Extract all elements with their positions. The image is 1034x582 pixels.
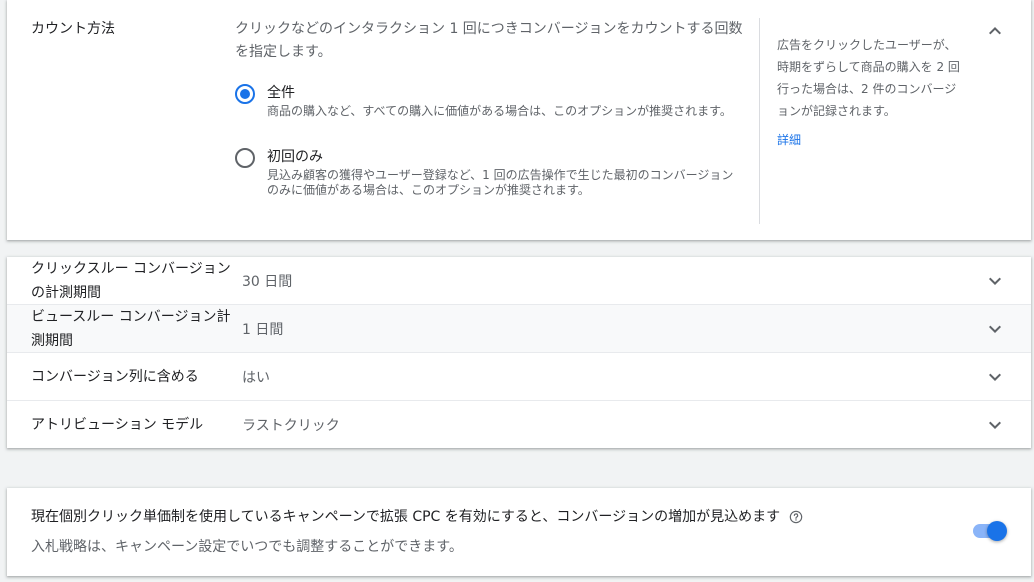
chevron-down-icon[interactable] <box>983 317 1007 341</box>
row-click-through-window[interactable]: クリックスルー コンバージョンの計測期間 30 日間 <box>7 257 1031 305</box>
radio-all[interactable] <box>235 84 255 104</box>
option-all[interactable]: 全件 商品の購入など、すべての購入に価値がある場合は、このオプションが推奨されま… <box>235 82 745 138</box>
row-value: はい <box>242 370 270 386</box>
learn-more-link[interactable]: 詳細 <box>777 130 801 150</box>
help-text: 広告をクリックしたユーザーが、時期をずらして商品の購入を 2 回行った場合は、2… <box>777 38 960 118</box>
radio-first-only[interactable] <box>235 148 255 168</box>
toggle-thumb <box>987 521 1007 541</box>
ecpc-panel: 現在個別クリック単価制を使用しているキャンペーンで拡張 CPC を有効にすると、… <box>7 488 1031 576</box>
row-label: ビュースルー コンバージョン計測期間 <box>31 309 231 349</box>
count-method-description: クリックなどのインタラクション 1 回につきコンバージョンをカウントする回数を指… <box>235 21 743 60</box>
row-label: コンバージョン列に含める <box>31 369 199 385</box>
row-value: 1 日間 <box>242 322 284 338</box>
count-method-panel: カウント方法 クリックなどのインタラクション 1 回につきコンバージョンをカウン… <box>7 0 1031 240</box>
ecpc-title: 現在個別クリック単価制を使用しているキャンペーンで拡張 CPC を有効にすると、… <box>31 506 804 528</box>
option-all-title: 全件 <box>267 85 295 101</box>
row-view-through-window[interactable]: ビュースルー コンバージョン計測期間 1 日間 <box>7 305 1031 353</box>
ecpc-subtitle: 入札戦略は、キャンペーン設定でいつでも調整することができます。 <box>31 539 463 555</box>
help-icon[interactable] <box>788 509 804 525</box>
chevron-up-icon[interactable] <box>983 19 1007 43</box>
chevron-down-icon[interactable] <box>983 365 1007 389</box>
divider <box>759 18 760 224</box>
row-value: 30 日間 <box>242 274 293 290</box>
chevron-down-icon[interactable] <box>983 269 1007 293</box>
option-first-only-subtitle: 見込み顧客の獲得やユーザー登録など、1 回の広告操作で生じた最初のコンバージョン… <box>267 168 734 197</box>
row-label: アトリビューション モデル <box>31 417 204 433</box>
row-include-in-conversions[interactable]: コンバージョン列に含める はい <box>7 353 1031 401</box>
row-label: クリックスルー コンバージョンの計測期間 <box>31 261 231 301</box>
option-first-only-title: 初回のみ <box>267 149 323 165</box>
chevron-down-icon[interactable] <box>983 413 1007 437</box>
option-all-subtitle: 商品の購入など、すべての購入に価値がある場合は、このオプションが推奨されます。 <box>267 104 732 118</box>
ecpc-toggle[interactable] <box>971 521 1007 541</box>
count-method-label: カウント方法 <box>31 21 115 37</box>
ecpc-title-text: 現在個別クリック単価制を使用しているキャンペーンで拡張 CPC を有効にすると、… <box>31 509 781 525</box>
row-attribution-model[interactable]: アトリビューション モデル ラストクリック <box>7 401 1031 449</box>
settings-list: クリックスルー コンバージョンの計測期間 30 日間 ビュースルー コンバージョ… <box>7 257 1031 448</box>
row-value: ラストクリック <box>242 418 340 434</box>
option-first-only[interactable]: 初回のみ 見込み顧客の獲得やユーザー登録など、1 回の広告操作で生じた最初のコン… <box>235 146 745 204</box>
